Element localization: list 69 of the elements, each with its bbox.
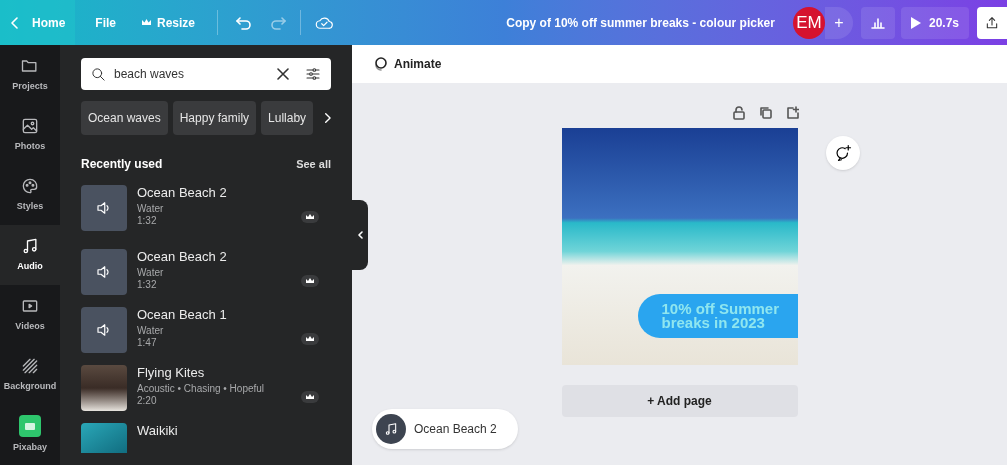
track-duration: 1:47 xyxy=(137,337,158,349)
add-people-button[interactable]: + xyxy=(824,6,853,39)
rail-tab[interactable]: Projects xyxy=(0,45,60,105)
audio-track[interactable]: Flying Kites Acoustic • Chasing • Hopeful 2:20 xyxy=(81,365,331,411)
album-cover xyxy=(81,365,127,411)
track-tags: Water xyxy=(137,203,301,215)
photo-placeholder xyxy=(81,423,127,453)
audio-track[interactable]: Ocean Beach 2 Water 1:32 xyxy=(81,185,331,231)
rail-tab[interactable]: Styles xyxy=(0,165,60,225)
rail-tab[interactable]: Photos xyxy=(0,105,60,165)
rail-tab[interactable]: Pixabay xyxy=(0,405,60,465)
share-button[interactable] xyxy=(977,6,1007,39)
track-tags: Acoustic • Chasing • Hopeful xyxy=(137,383,301,395)
add-page-button[interactable]: + Add page xyxy=(561,385,798,417)
crown-icon xyxy=(301,391,319,403)
track-title: Ocean Beach 2 xyxy=(137,249,228,265)
track-title: Ocean Beach 1 xyxy=(137,307,228,323)
audio-track[interactable]: Ocean Beach 2 Water 1:32 xyxy=(81,249,331,295)
track-title: Flying Kites xyxy=(137,365,206,381)
track-title: Waikiki xyxy=(137,423,179,439)
play-button[interactable]: 20.7s xyxy=(900,6,969,39)
rail-tab[interactable]: Videos xyxy=(0,285,60,345)
design-headline: 10% off Summer breaks in 2023 xyxy=(661,302,781,330)
upload-icon xyxy=(984,14,1000,31)
track-tags: Water xyxy=(137,267,301,279)
lock-icon[interactable] xyxy=(733,106,745,120)
track-duration: 1:32 xyxy=(137,279,158,291)
track-duration: 2:20 xyxy=(137,395,158,407)
track-title: Ocean Beach 2 xyxy=(137,185,228,201)
crown-icon xyxy=(301,333,319,345)
suggestion-chip[interactable]: Happy family xyxy=(172,101,257,135)
user-avatar[interactable]: EM xyxy=(792,6,825,39)
chevron-left-icon xyxy=(10,16,20,29)
duplicate-icon[interactable] xyxy=(759,106,772,119)
clear-icon[interactable] xyxy=(277,68,289,80)
search-icon xyxy=(91,66,106,82)
search-field[interactable]: beach waves xyxy=(114,65,269,83)
document-title[interactable]: Copy of 10% off summer breaks - colour picker xyxy=(506,13,775,32)
pixabay-logo xyxy=(19,415,41,438)
audio-track[interactable]: Waikiki xyxy=(81,423,331,453)
see-all-link[interactable]: See all xyxy=(296,155,331,173)
bar-chart-icon xyxy=(870,16,885,29)
crown-icon xyxy=(142,19,151,26)
comment-button[interactable] xyxy=(826,136,860,170)
search-bar[interactable]: beach waves xyxy=(81,58,331,90)
collapse-handle[interactable] xyxy=(352,200,368,270)
undo-icon[interactable] xyxy=(236,15,253,30)
now-playing-pill[interactable]: Ocean Beach 2 xyxy=(372,409,518,449)
now-playing-title: Ocean Beach 2 xyxy=(414,421,497,438)
filter-icon[interactable] xyxy=(305,66,321,82)
music-note-icon xyxy=(376,414,406,444)
add-page-icon[interactable] xyxy=(786,106,799,119)
rail-tab[interactable]: Background xyxy=(0,345,60,405)
animate-icon xyxy=(372,56,388,72)
suggestion-chip[interactable]: Lullaby xyxy=(261,101,314,135)
analytics-button[interactable] xyxy=(860,6,895,39)
crown-icon xyxy=(301,211,319,223)
track-duration: 1:32 xyxy=(137,215,158,227)
chevron-left-icon xyxy=(357,231,363,239)
comment-add-icon xyxy=(834,144,852,162)
play-icon xyxy=(910,16,921,29)
rail-tab[interactable]: Audio xyxy=(0,225,60,285)
section-heading: Recently used xyxy=(81,156,163,173)
chevron-right-icon[interactable] xyxy=(324,111,331,125)
animate-button[interactable]: Animate xyxy=(372,55,442,73)
audio-track[interactable]: Ocean Beach 1 Water 1:47 xyxy=(81,307,331,353)
suggestion-chip[interactable]: Ocean waves xyxy=(81,101,168,135)
crown-icon xyxy=(301,275,319,287)
track-tags: Water xyxy=(137,325,301,337)
